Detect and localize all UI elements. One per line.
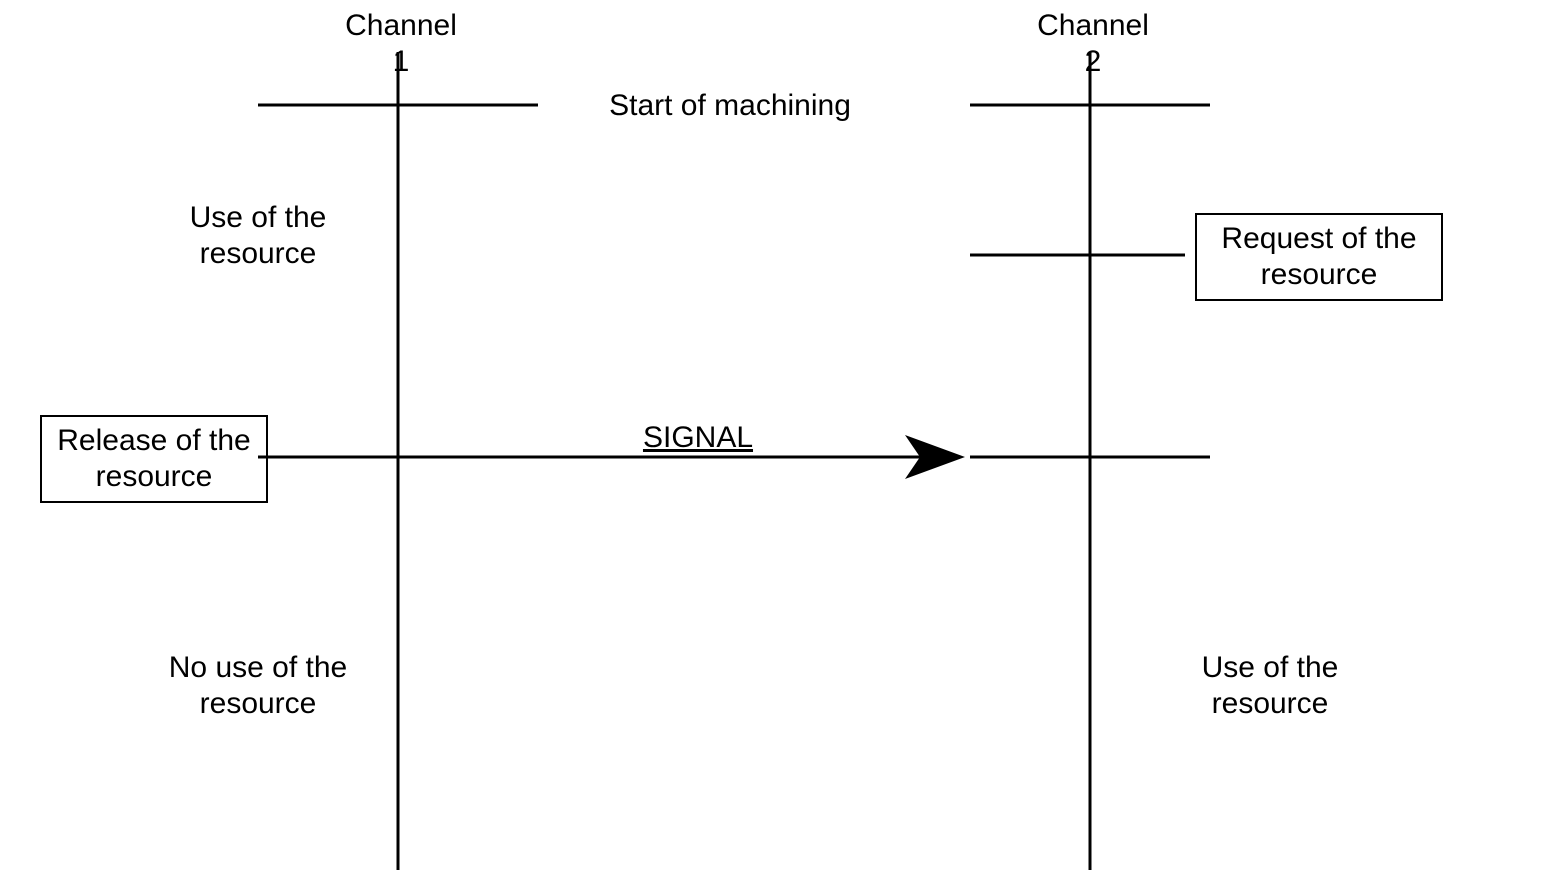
no-use-resource-label: No use of the resource	[148, 650, 368, 722]
use-resource-left-text: Use of the resource	[190, 201, 327, 270]
signal-label: SIGNAL	[628, 420, 768, 456]
use-resource-right-label: Use of the resource	[1180, 650, 1360, 722]
release-resource-text: Release of the resource	[57, 424, 250, 493]
release-resource-box: Release of the resource	[40, 415, 268, 503]
channel1-title: Channel 1	[336, 8, 466, 80]
no-use-resource-text: No use of the resource	[169, 651, 347, 720]
use-resource-left-label: Use of the resource	[168, 200, 348, 272]
use-resource-right-text: Use of the resource	[1202, 651, 1339, 720]
request-resource-box: Request of the resource	[1195, 213, 1443, 301]
channel2-title: Channel 2	[1028, 8, 1158, 80]
start-of-machining-label: Start of machining	[580, 88, 880, 124]
request-resource-text: Request of the resource	[1221, 222, 1416, 291]
